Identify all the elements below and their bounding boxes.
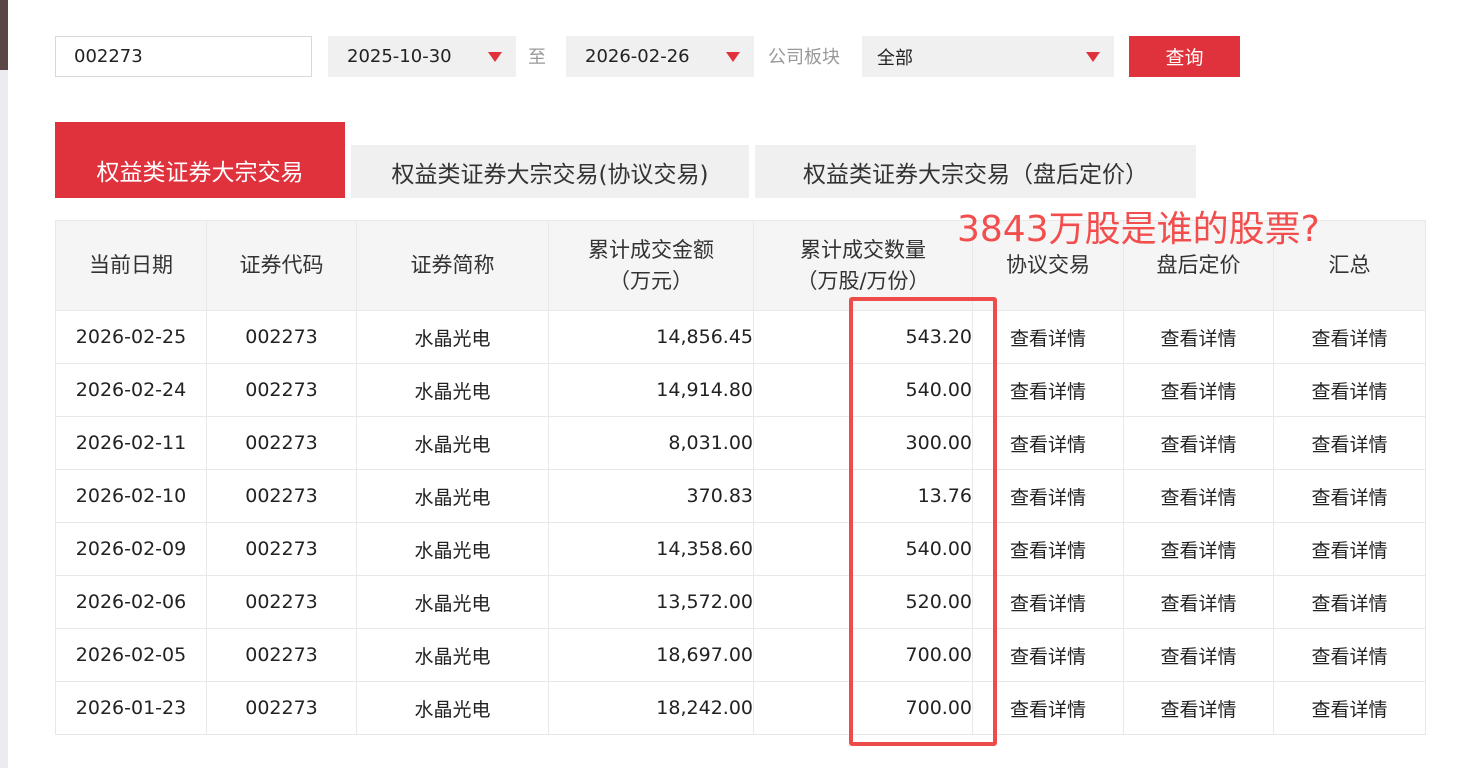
left-edge-bar	[0, 0, 8, 768]
after-hours-detail-link[interactable]: 查看详情	[1123, 469, 1274, 523]
cell-name: 水晶光电	[356, 469, 549, 523]
start-date-select[interactable]: 2025-10-30	[328, 36, 516, 77]
stock-code-input[interactable]	[55, 36, 312, 77]
cell-amount: 14,358.60	[548, 522, 754, 576]
cell-date: 2026-02-10	[55, 469, 207, 523]
caret-down-icon	[726, 52, 740, 62]
caret-down-icon	[1086, 52, 1100, 62]
header-volume-line1: 累计成交数量	[800, 237, 926, 262]
cell-code: 002273	[206, 522, 357, 576]
cell-amount: 370.83	[548, 469, 754, 523]
cell-amount: 8,031.00	[548, 416, 754, 470]
header-amount-line2: （万元）	[609, 268, 693, 293]
after-hours-detail-link[interactable]: 查看详情	[1123, 416, 1274, 470]
cell-amount: 14,856.45	[548, 310, 754, 364]
after-hours-detail-link[interactable]: 查看详情	[1123, 522, 1274, 576]
header-amount[interactable]: 累计成交金额 （万元）	[548, 220, 754, 311]
header-amount-line1: 累计成交金额	[588, 237, 714, 262]
query-button[interactable]: 查询	[1129, 36, 1240, 77]
cell-name: 水晶光电	[356, 628, 549, 682]
tab-block-trade-after-hours[interactable]: 权益类证券大宗交易（盘后定价）	[755, 145, 1196, 198]
header-code[interactable]: 证券代码	[206, 220, 357, 311]
cell-code: 002273	[206, 416, 357, 470]
cell-name: 水晶光电	[356, 681, 549, 735]
cell-code: 002273	[206, 363, 357, 417]
cell-code: 002273	[206, 310, 357, 364]
end-date-select[interactable]: 2026-02-26	[566, 36, 754, 77]
cell-date: 2026-02-11	[55, 416, 207, 470]
tab-block-trade-protocol[interactable]: 权益类证券大宗交易(协议交易)	[351, 145, 749, 198]
cell-amount: 18,697.00	[548, 628, 754, 682]
header-name[interactable]: 证券简称	[356, 220, 549, 311]
table-row: 2026-02-06 002273 水晶光电 13,572.00 520.00 …	[55, 575, 1426, 629]
table-row: 2026-02-05 002273 水晶光电 18,697.00 700.00 …	[55, 628, 1426, 682]
after-hours-detail-link[interactable]: 查看详情	[1123, 363, 1274, 417]
summary-detail-link[interactable]: 查看详情	[1273, 469, 1426, 523]
after-hours-detail-link[interactable]: 查看详情	[1123, 310, 1274, 364]
tab-block-trade[interactable]: 权益类证券大宗交易	[55, 122, 345, 198]
cell-date: 2026-02-06	[55, 575, 207, 629]
cell-name: 水晶光电	[356, 363, 549, 417]
cell-code: 002273	[206, 681, 357, 735]
after-hours-detail-link[interactable]: 查看详情	[1123, 681, 1274, 735]
summary-detail-link[interactable]: 查看详情	[1273, 310, 1426, 364]
summary-detail-link[interactable]: 查看详情	[1273, 681, 1426, 735]
cell-name: 水晶光电	[356, 575, 549, 629]
block-trade-table: 当前日期 证券代码 证券简称 累计成交金额 （万元） 累计成交数量 （万股/万份…	[55, 220, 1426, 735]
cell-date: 2026-02-05	[55, 628, 207, 682]
table-row: 2026-02-24 002273 水晶光电 14,914.80 540.00 …	[55, 363, 1426, 417]
board-select[interactable]: 全部	[862, 36, 1114, 77]
summary-detail-link[interactable]: 查看详情	[1273, 522, 1426, 576]
table-row: 2026-02-11 002273 水晶光电 8,031.00 300.00 查…	[55, 416, 1426, 470]
left-edge-accent	[0, 0, 8, 70]
board-select-value: 全部	[877, 47, 913, 69]
summary-detail-link[interactable]: 查看详情	[1273, 575, 1426, 629]
cell-amount: 14,914.80	[548, 363, 754, 417]
cell-date: 2026-02-09	[55, 522, 207, 576]
table-row: 2026-02-10 002273 水晶光电 370.83 13.76 查看详情…	[55, 469, 1426, 523]
summary-detail-link[interactable]: 查看详情	[1273, 363, 1426, 417]
annotation-highlight-box	[849, 297, 997, 746]
cell-date: 2026-02-25	[55, 310, 207, 364]
cell-amount: 13,572.00	[548, 575, 754, 629]
cell-date: 2026-01-23	[55, 681, 207, 735]
board-label: 公司板块	[768, 47, 840, 68]
table-row: 2026-01-23 002273 水晶光电 18,242.00 700.00 …	[55, 681, 1426, 735]
cell-date: 2026-02-24	[55, 363, 207, 417]
summary-detail-link[interactable]: 查看详情	[1273, 628, 1426, 682]
annotation-text: 3843万股是谁的股票?	[957, 209, 1320, 250]
start-date-value: 2025-10-30	[347, 46, 452, 67]
cell-amount: 18,242.00	[548, 681, 754, 735]
cell-name: 水晶光电	[356, 310, 549, 364]
cell-name: 水晶光电	[356, 416, 549, 470]
header-date[interactable]: 当前日期	[55, 220, 207, 311]
table-row: 2026-02-25 002273 水晶光电 14,856.45 543.20 …	[55, 310, 1426, 364]
cell-code: 002273	[206, 469, 357, 523]
after-hours-detail-link[interactable]: 查看详情	[1123, 628, 1274, 682]
after-hours-detail-link[interactable]: 查看详情	[1123, 575, 1274, 629]
header-volume-line2: （万股/万份）	[796, 268, 930, 293]
cell-code: 002273	[206, 575, 357, 629]
caret-down-icon	[488, 52, 502, 62]
cell-name: 水晶光电	[356, 522, 549, 576]
table-row: 2026-02-09 002273 水晶光电 14,358.60 540.00 …	[55, 522, 1426, 576]
date-range-to-label: 至	[528, 47, 546, 68]
summary-detail-link[interactable]: 查看详情	[1273, 416, 1426, 470]
end-date-value: 2026-02-26	[585, 46, 690, 67]
cell-code: 002273	[206, 628, 357, 682]
